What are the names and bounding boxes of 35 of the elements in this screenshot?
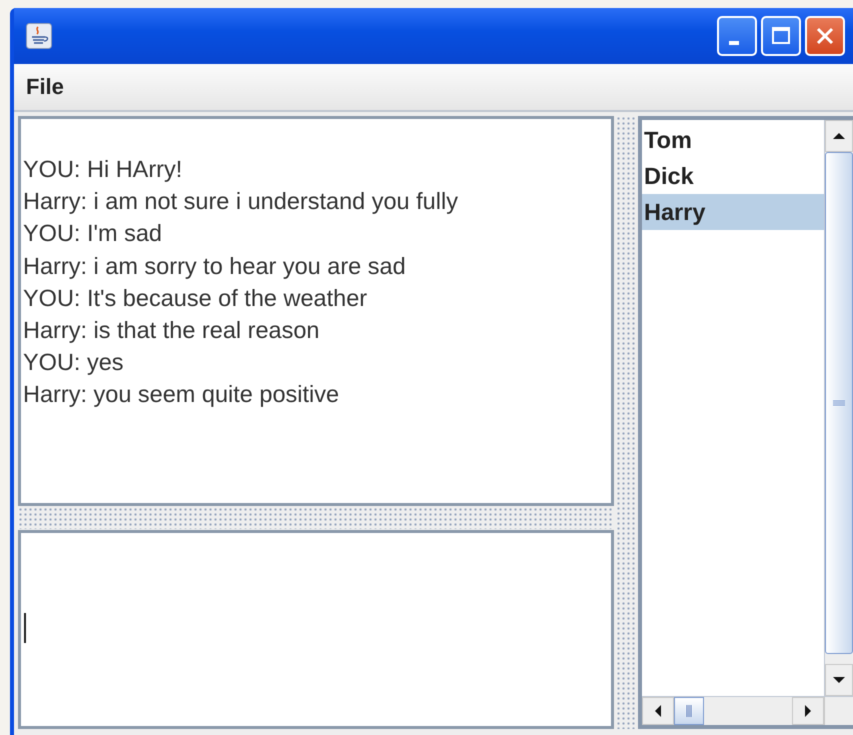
maximize-icon <box>770 25 792 47</box>
chat-message: YOU: yes <box>23 348 125 378</box>
contact-item[interactable]: Tom <box>642 122 824 158</box>
right-arrow-icon <box>804 705 812 717</box>
contact-item[interactable]: Dick <box>642 158 824 194</box>
scroll-thumb[interactable] <box>674 697 704 725</box>
menu-item[interactable]: File <box>26 74 64 100</box>
message-input[interactable] <box>18 530 614 729</box>
close-icon <box>814 25 836 47</box>
text-caret <box>24 613 26 643</box>
contact-item[interactable]: Harry <box>642 194 824 230</box>
horizontal-scrollbar[interactable] <box>642 697 824 725</box>
vertical-scrollbar[interactable] <box>824 120 853 696</box>
down-arrow-icon <box>833 676 845 684</box>
chat-message: YOU: I'm sad <box>23 219 163 248</box>
minimize-button[interactable] <box>717 16 757 56</box>
scroll-up-button[interactable] <box>825 120 853 152</box>
maximize-button[interactable] <box>761 16 801 56</box>
chat-message: YOU: It's because of the weather <box>23 284 368 313</box>
coffee-cup-icon <box>26 23 52 49</box>
minimize-icon <box>729 41 739 45</box>
splitter-handle[interactable] <box>18 507 614 529</box>
splitter-handle[interactable] <box>616 116 636 729</box>
scroll-down-button[interactable] <box>825 664 853 696</box>
chat-message: Harry: is that the real reason <box>23 316 320 346</box>
chat-message: Harry: i am not sure i understand you fully <box>23 187 459 216</box>
chat-message: YOU: Hi HArry! <box>23 155 184 184</box>
left-arrow-icon <box>654 705 662 717</box>
close-button[interactable] <box>805 16 845 56</box>
scroll-thumb[interactable] <box>825 152 853 654</box>
scroll-left-button[interactable] <box>642 697 674 725</box>
chat-message: Harry: i am sorry to hear you are sad <box>23 252 407 281</box>
chat-message: Harry: you seem quite positive <box>23 380 340 410</box>
up-arrow-icon <box>833 132 845 140</box>
scroll-right-button[interactable] <box>792 697 824 725</box>
